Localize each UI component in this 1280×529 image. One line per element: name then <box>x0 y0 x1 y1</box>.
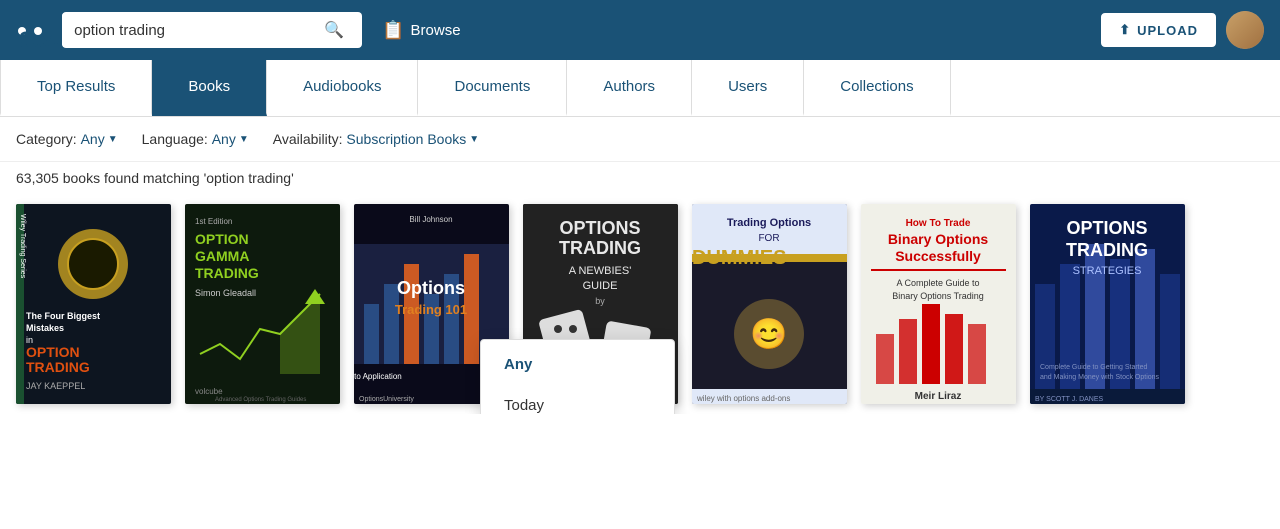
dropdown-option-any[interactable]: Any <box>481 344 674 385</box>
logo-text: Scribd <box>18 27 26 35</box>
browse-icon: 📋 <box>382 20 404 41</box>
tab-documents[interactable]: Documents <box>418 60 567 116</box>
svg-text:STRATEGIES: STRATEGIES <box>1073 265 1142 277</box>
browse-button[interactable]: 📋 Browse <box>382 20 460 41</box>
svg-text:Options: Options <box>397 278 465 298</box>
svg-text:TRADING: TRADING <box>26 359 90 375</box>
svg-text:BY SCOTT J. DANES: BY SCOTT J. DANES <box>1035 396 1104 403</box>
svg-text:From Theory to Application: From Theory to Application <box>354 372 402 381</box>
results-count: 63,305 books found matching 'option trad… <box>0 162 1280 194</box>
category-dropdown[interactable]: Any ▼ <box>81 131 118 147</box>
list-item[interactable]: How To Trade Binary Options Successfully… <box>861 204 1016 404</box>
header-right: ⬆ UPLOAD <box>1101 11 1264 49</box>
svg-text:Simon Gleadall: Simon Gleadall <box>195 288 256 298</box>
upload-icon: ⬆ <box>1119 22 1131 38</box>
upload-label: UPLOAD <box>1137 23 1198 38</box>
tabs-bar: Top Results Books Audiobooks Documents A… <box>0 60 1280 117</box>
logo[interactable]: Scribd <box>16 17 42 43</box>
list-item[interactable]: The Four Biggest Mistakes in OPTION TRAD… <box>16 204 171 404</box>
svg-text:wiley with options add-ons: wiley with options add-ons <box>696 394 790 403</box>
availability-label: Availability: <box>273 131 343 147</box>
svg-text:How To Trade: How To Trade <box>906 218 971 229</box>
category-value: Any <box>81 131 105 147</box>
search-bar: 🔍 <box>62 12 362 48</box>
header: Scribd 🔍 📋 Browse ⬆ UPLOAD <box>0 0 1280 60</box>
svg-text:OPTION: OPTION <box>26 344 80 360</box>
availability-dropdown[interactable]: Subscription Books ▼ <box>346 131 479 147</box>
svg-text:OPTIONS: OPTIONS <box>559 218 640 238</box>
language-dropdown[interactable]: Any ▼ <box>212 131 249 147</box>
avatar-image <box>1226 11 1264 49</box>
svg-text:GAMMA: GAMMA <box>195 248 249 264</box>
svg-text:TRADING: TRADING <box>195 265 259 281</box>
svg-text:😊: 😊 <box>750 317 787 351</box>
filters-bar: Category: Any ▼ Language: Any ▼ Availabi… <box>0 117 1280 162</box>
svg-text:OPTION: OPTION <box>195 231 249 247</box>
tab-audiobooks[interactable]: Audiobooks <box>267 60 418 116</box>
svg-text:Successfully: Successfully <box>895 248 981 264</box>
language-filter: Language: Any ▼ <box>142 131 249 147</box>
main-content: Category: Any ▼ Language: Any ▼ Availabi… <box>0 117 1280 414</box>
svg-text:Meir Liraz: Meir Liraz <box>915 391 962 402</box>
results-count-text: 63,305 books found matching 'option trad… <box>16 170 294 186</box>
tab-top-results[interactable]: Top Results <box>0 60 152 116</box>
tab-users[interactable]: Users <box>692 60 804 116</box>
svg-text:A Complete Guide to: A Complete Guide to <box>896 278 979 288</box>
search-input[interactable] <box>62 14 312 47</box>
svg-text:Binary Options Trading: Binary Options Trading <box>892 291 984 301</box>
language-value: Any <box>212 131 236 147</box>
svg-text:Bill Johnson: Bill Johnson <box>409 215 452 224</box>
tab-authors[interactable]: Authors <box>567 60 692 116</box>
dropdown-option-today[interactable]: Today <box>481 385 674 414</box>
svg-text:Trading 101: Trading 101 <box>395 302 467 317</box>
svg-text:The Four Biggest: The Four Biggest <box>26 311 100 321</box>
svg-text:TRADING: TRADING <box>559 238 641 258</box>
list-item[interactable]: Trading Options FOR DUMMIES 😊 wiley with… <box>692 204 847 404</box>
language-arrow-icon: ▼ <box>239 134 249 145</box>
tab-collections[interactable]: Collections <box>804 60 950 116</box>
category-arrow-icon: ▼ <box>108 134 118 145</box>
svg-text:TRADING: TRADING <box>1066 240 1148 260</box>
date-filter-dropdown: Any Today 1 Week 1 Month 1 Year <box>480 339 675 414</box>
svg-text:1st Edition: 1st Edition <box>195 217 232 226</box>
category-filter: Category: Any ▼ <box>16 131 118 147</box>
svg-text:GUIDE: GUIDE <box>583 280 618 292</box>
svg-text:FOR: FOR <box>758 233 779 244</box>
svg-text:Advanced Options Trading Guide: Advanced Options Trading Guides <box>215 397 306 403</box>
books-grid: The Four Biggest Mistakes in OPTION TRAD… <box>0 194 1280 414</box>
svg-text:A NEWBIES': A NEWBIES' <box>569 265 632 277</box>
svg-text:Binary Options: Binary Options <box>888 231 989 247</box>
svg-text:Mistakes: Mistakes <box>26 323 64 333</box>
svg-text:and Making Money with Stock Op: and Making Money with Stock Options <box>1040 374 1160 381</box>
svg-text:by: by <box>595 296 605 306</box>
list-item[interactable]: 1st Edition OPTION GAMMA TRADING Simon G… <box>185 204 340 404</box>
category-label: Category: <box>16 131 77 147</box>
svg-text:OPTIONS: OPTIONS <box>1066 218 1147 238</box>
svg-text:JAY KAEPPEL: JAY KAEPPEL <box>26 381 85 391</box>
svg-text:Trading Options: Trading Options <box>727 217 811 229</box>
availability-value: Subscription Books <box>346 131 466 147</box>
tab-books[interactable]: Books <box>152 60 267 116</box>
language-label: Language: <box>142 131 208 147</box>
upload-button[interactable]: ⬆ UPLOAD <box>1101 13 1216 47</box>
svg-text:volcube: volcube <box>195 387 223 396</box>
search-icon: 🔍 <box>324 22 344 39</box>
availability-filter: Availability: Subscription Books ▼ <box>273 131 479 147</box>
svg-text:Wiley Trading Series: Wiley Trading Series <box>19 214 26 279</box>
search-button[interactable]: 🔍 <box>312 12 356 48</box>
avatar[interactable] <box>1226 11 1264 49</box>
browse-label: Browse <box>411 22 461 39</box>
svg-text:Complete Guide to Getting Star: Complete Guide to Getting Started <box>1040 364 1147 371</box>
availability-arrow-icon: ▼ <box>469 134 479 145</box>
list-item[interactable]: OPTIONS TRADING STRATEGIES BY SCOTT J. D… <box>1030 204 1185 404</box>
svg-text:OptionsUniversity: OptionsUniversity <box>359 396 414 403</box>
